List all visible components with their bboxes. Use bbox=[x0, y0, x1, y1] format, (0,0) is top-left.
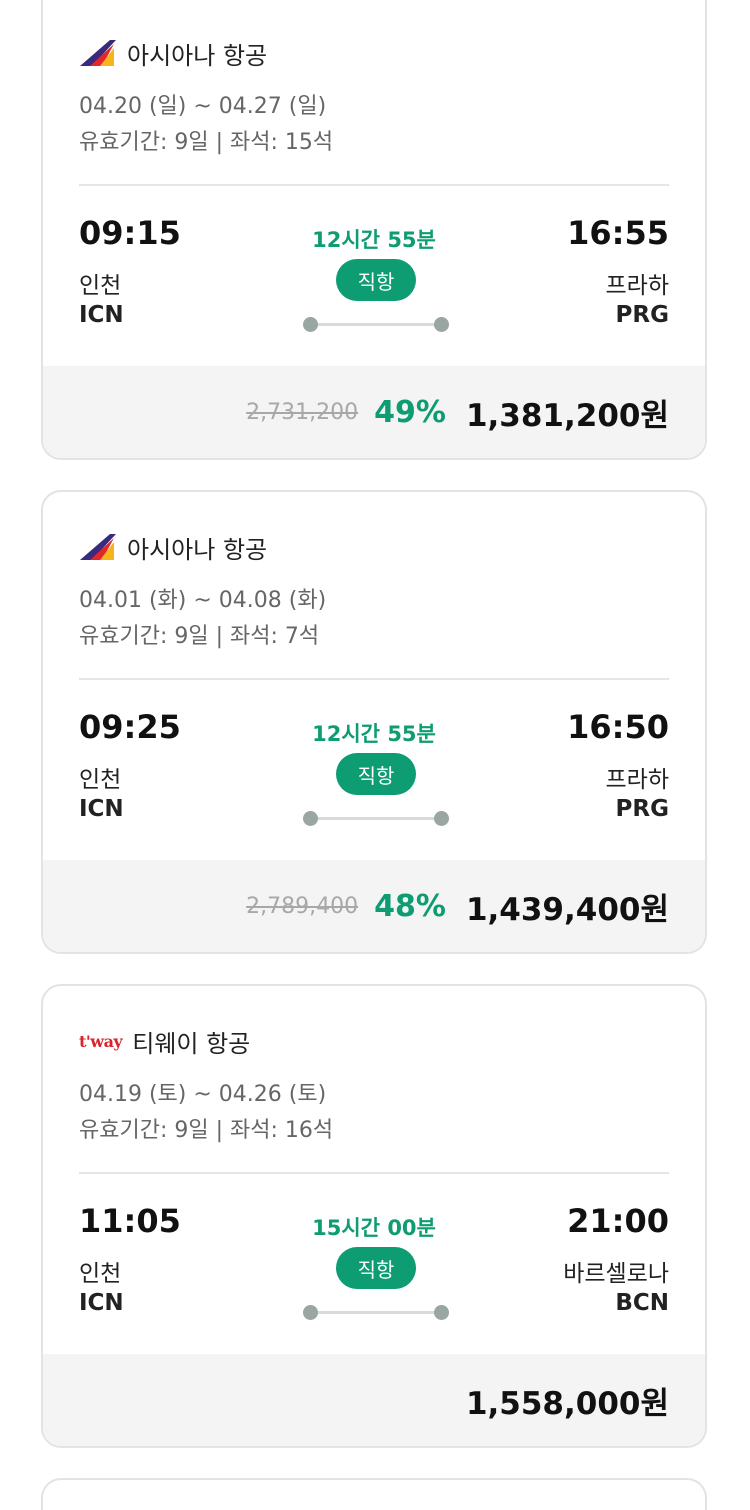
discount-rate: 49% bbox=[374, 394, 446, 430]
airline-row: 아시아나 항공 bbox=[79, 36, 267, 70]
departure-city: 인천 bbox=[79, 767, 122, 793]
original-price: 2,789,400 bbox=[246, 893, 359, 919]
airline-name: 티웨이 항공 bbox=[132, 1029, 251, 1058]
arrival-time: 16:55 bbox=[567, 214, 669, 252]
departure-code: ICN bbox=[79, 302, 124, 328]
validity-seats: 유효기간: 9일 | 좌석: 7석 bbox=[79, 624, 320, 649]
route-line bbox=[303, 811, 449, 826]
direct-badge: 직항 bbox=[336, 1247, 416, 1289]
flight-list: 아시아나 항공 04.20 (일) ~ 04.27 (일) 유효기간: 9일 |… bbox=[0, 0, 750, 1510]
direct-badge: 직항 bbox=[336, 753, 416, 795]
arrival-city: 프라하 bbox=[605, 273, 669, 299]
asiana-logo-icon bbox=[79, 36, 117, 70]
route-line bbox=[303, 1305, 449, 1320]
route-start-dot bbox=[303, 317, 318, 332]
flight-card[interactable]: 아시아나 항공 04.01 (화) ~ 04.08 (화) 유효기간: 9일 |… bbox=[41, 490, 707, 954]
departure-code: ICN bbox=[79, 1290, 124, 1316]
divider bbox=[79, 184, 669, 186]
original-price: 2,731,200 bbox=[246, 399, 359, 425]
flight-card-header: 아시아나 항공 04.20 (일) ~ 04.27 (일) 유효기간: 9일 |… bbox=[43, 2, 705, 362]
arrival-time: 21:00 bbox=[567, 1202, 669, 1240]
airline-row: t'way 티웨이 항공 bbox=[79, 1024, 250, 1058]
route-line bbox=[303, 317, 449, 332]
direct-badge: 직항 bbox=[336, 259, 416, 301]
divider bbox=[79, 678, 669, 680]
route-end-dot bbox=[434, 317, 449, 332]
departure-city: 인천 bbox=[79, 1261, 122, 1287]
travel-dates: 04.19 (토) ~ 04.26 (토) bbox=[79, 1082, 327, 1107]
asiana-logo-icon bbox=[79, 530, 117, 564]
final-price: 1,558,000원 bbox=[465, 1385, 669, 1422]
arrival-time: 16:50 bbox=[567, 708, 669, 746]
flight-card[interactable]: t'way 티웨이 항공 04.19 (토) ~ 04.26 (토) 유효기간:… bbox=[41, 984, 707, 1448]
price-bar: 2,789,400 48% 1,439,400원 bbox=[43, 860, 705, 952]
arrival-code: PRG bbox=[615, 302, 669, 328]
airline-name: 아시아나 항공 bbox=[127, 41, 268, 70]
arrival-code: BCN bbox=[615, 1290, 669, 1316]
flight-card-header: t'way 티웨이 항공 04.19 (토) ~ 04.26 (토) 유효기간:… bbox=[43, 990, 705, 1350]
final-price: 1,439,400원 bbox=[465, 891, 669, 928]
route-end-dot bbox=[434, 1305, 449, 1320]
route-end-dot bbox=[434, 811, 449, 826]
price-bar: 2,731,200 49% 1,381,200원 bbox=[43, 366, 705, 458]
validity-seats: 유효기간: 9일 | 좌석: 15석 bbox=[79, 130, 334, 155]
route-start-dot bbox=[303, 811, 318, 826]
route-start-dot bbox=[303, 1305, 318, 1320]
flight-card[interactable] bbox=[41, 1478, 707, 1510]
arrival-city: 프라하 bbox=[605, 767, 669, 793]
travel-dates: 04.20 (일) ~ 04.27 (일) bbox=[79, 94, 327, 119]
arrival-city: 바르셀로나 bbox=[563, 1261, 669, 1287]
departure-code: ICN bbox=[79, 796, 124, 822]
travel-dates: 04.01 (화) ~ 04.08 (화) bbox=[79, 588, 327, 613]
final-price: 1,381,200원 bbox=[465, 397, 669, 434]
discount-rate: 48% bbox=[374, 888, 446, 924]
flight-card-header: 아시아나 항공 04.01 (화) ~ 04.08 (화) 유효기간: 9일 |… bbox=[43, 496, 705, 856]
validity-seats: 유효기간: 9일 | 좌석: 16석 bbox=[79, 1118, 334, 1143]
airline-name: 아시아나 항공 bbox=[127, 535, 268, 564]
arrival-code: PRG bbox=[615, 796, 669, 822]
price-bar: 1,558,000원 bbox=[43, 1354, 705, 1446]
flight-card[interactable]: 아시아나 항공 04.20 (일) ~ 04.27 (일) 유효기간: 9일 |… bbox=[41, 0, 707, 460]
departure-city: 인천 bbox=[79, 273, 122, 299]
airline-row: 아시아나 항공 bbox=[79, 530, 267, 564]
divider bbox=[79, 1172, 669, 1174]
tway-logo-icon: t'way bbox=[79, 1031, 123, 1051]
